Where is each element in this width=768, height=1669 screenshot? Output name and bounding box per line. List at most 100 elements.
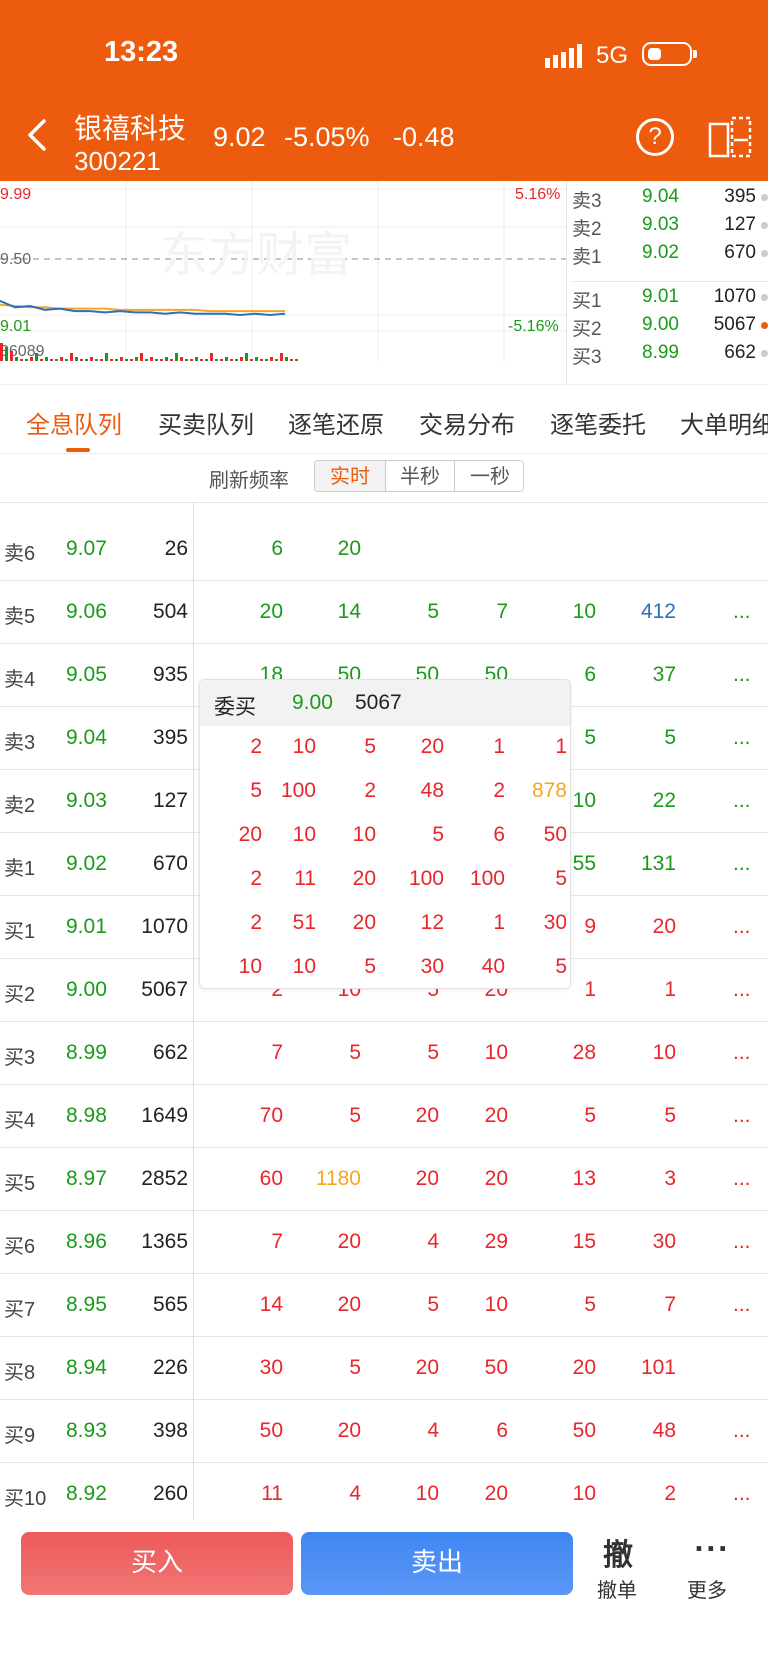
- queue-price: 9.02: [66, 852, 107, 875]
- volume-bar: [85, 359, 88, 361]
- orderbook-mid-divider: [572, 281, 768, 282]
- chart-low-label: 9.01: [0, 318, 31, 335]
- queue-order: 20: [572, 1356, 596, 1379]
- tab-item[interactable]: 大单明细: [680, 405, 768, 440]
- queue-order: 29: [484, 1230, 508, 1253]
- buy-button[interactable]: 买入: [21, 1532, 293, 1595]
- queue-order: 22: [652, 789, 676, 812]
- queue-row[interactable]: 买6 8.96 1365 7 20 4 29 15 30...: [0, 1211, 768, 1274]
- queue-more-button[interactable]: ...: [733, 978, 751, 1002]
- queue-level: 买1: [4, 921, 36, 943]
- orderbook-dot-icon: [761, 350, 768, 357]
- volume-bar: [20, 359, 23, 361]
- refresh-realtime-option[interactable]: 实时: [315, 461, 386, 491]
- queue-price: 9.05: [66, 663, 107, 686]
- queue-more-button[interactable]: ...: [733, 789, 751, 813]
- queue-order: 10: [484, 1293, 508, 1316]
- queue-more-button[interactable]: ...: [733, 1104, 751, 1128]
- queue-row[interactable]: 买8 8.94 226 30 5 20 50 20 101: [0, 1337, 768, 1400]
- queue-row[interactable]: 买3 8.99 662 7 5 5 10 28 10...: [0, 1022, 768, 1085]
- tab-item[interactable]: 买卖队列: [158, 405, 254, 440]
- volume-bar: [45, 357, 48, 361]
- queue-order: 1: [584, 978, 596, 1001]
- volume-bar: [25, 359, 28, 361]
- queue-volume: 1649: [141, 1104, 188, 1127]
- queue-row[interactable]: 买4 8.98 1649 70 5 20 20 5 5...: [0, 1085, 768, 1148]
- orderbook-level: 卖3: [572, 191, 602, 212]
- queue-row[interactable]: 买7 8.95 565 14 20 5 10 5 7...: [0, 1274, 768, 1337]
- volume-bar: [140, 353, 143, 361]
- queue-more-button[interactable]: ...: [733, 663, 751, 687]
- more-icon[interactable]: ...: [694, 1528, 730, 1558]
- queue-row[interactable]: 卖6 9.07 26 6 20: [0, 518, 768, 581]
- queue-more-button[interactable]: ...: [733, 1041, 751, 1065]
- back-arrow-icon[interactable]: [26, 118, 48, 152]
- volume-bar: [125, 359, 128, 361]
- queue-row[interactable]: 买9 8.93 398 50 20 4 6 50 48...: [0, 1400, 768, 1463]
- orderbook-row[interactable]: 卖3 9.04 395: [572, 184, 768, 212]
- volume-bar: [145, 359, 148, 361]
- refresh-one-second-option[interactable]: 一秒: [455, 461, 523, 491]
- queue-level: 卖2: [4, 795, 36, 817]
- queue-more-button[interactable]: ...: [733, 600, 751, 624]
- order-queue-popup[interactable]: 委买 9.00 5067 2 10 5 20 1 1 5 100 2 48 2 878 20 10 10 5 6…: [199, 679, 571, 989]
- queue-price: 8.94: [66, 1356, 107, 1379]
- queue-price: 8.96: [66, 1230, 107, 1253]
- tab-item[interactable]: 逐笔还原: [288, 405, 384, 440]
- layout-switch-icon[interactable]: [708, 116, 752, 158]
- queue-order: 6: [584, 663, 596, 686]
- queue-row[interactable]: 买5 8.97 2852 60 1180 20 20 13 3...: [0, 1148, 768, 1211]
- queue-row[interactable]: 买10 8.92 260 11 4 10 20 10 2...: [0, 1463, 768, 1526]
- orderbook-row[interactable]: 卖1 9.02 670: [572, 240, 768, 268]
- queue-more-button[interactable]: ...: [733, 726, 751, 750]
- popup-order: 100: [408, 867, 444, 890]
- cancel-order-label[interactable]: 撤单: [597, 1574, 637, 1603]
- queue-more-button[interactable]: ...: [733, 1482, 751, 1506]
- popup-order: 5: [250, 779, 262, 802]
- queue-order: 30: [259, 1356, 283, 1379]
- orderbook-price: 9.04: [642, 186, 679, 207]
- volume-bar: [50, 359, 53, 361]
- more-label[interactable]: 更多: [687, 1574, 727, 1603]
- volume-bar: [175, 353, 178, 361]
- queue-order: 14: [337, 600, 361, 623]
- cancel-order-icon[interactable]: 撤: [603, 1530, 633, 1574]
- signal-icon: [545, 44, 582, 68]
- volume-bar: [60, 357, 63, 361]
- orderbook-row[interactable]: 买3 8.99 662: [572, 340, 768, 368]
- orderbook-level: 买2: [572, 319, 602, 340]
- tab-item[interactable]: 交易分布: [419, 405, 515, 440]
- sell-button[interactable]: 卖出: [301, 1532, 573, 1595]
- stock-name: 银禧科技: [74, 113, 187, 144]
- orderbook-row[interactable]: 买1 9.01 1070: [572, 284, 768, 312]
- queue-volume: 1365: [141, 1230, 188, 1253]
- queue-more-button[interactable]: ...: [733, 1293, 751, 1317]
- tab-item[interactable]: 逐笔委托: [550, 405, 646, 440]
- queue-order: 70: [259, 1104, 283, 1127]
- queue-more-button[interactable]: ...: [733, 1230, 751, 1254]
- queue-row[interactable]: 卖5 9.06 504 20 14 5 7 10 412...: [0, 581, 768, 644]
- queue-order: 50: [572, 1419, 596, 1442]
- volume-bar: [230, 359, 233, 361]
- volume-bar: [35, 353, 38, 361]
- intraday-chart[interactable]: 东方财富 9.99 9.50 9.01 5.16% -5.16% 36089: [0, 181, 566, 384]
- tab-item[interactable]: 全息队列: [26, 405, 122, 440]
- volume-bar: [80, 359, 83, 361]
- queue-level: 买2: [4, 984, 36, 1006]
- queue-order: 15: [572, 1230, 596, 1253]
- queue-volume: 398: [152, 1419, 188, 1442]
- help-icon[interactable]: ?: [636, 118, 674, 156]
- queue-order: 6: [496, 1419, 508, 1442]
- orderbook-row[interactable]: 卖2 9.03 127: [572, 212, 768, 240]
- queue-more-button[interactable]: ...: [733, 1167, 751, 1191]
- refresh-half-second-option[interactable]: 半秒: [386, 461, 455, 491]
- orderbook-row[interactable]: 买2 9.00 5067: [572, 312, 768, 340]
- queue-more-button[interactable]: ...: [733, 852, 751, 876]
- volume-bar: [290, 359, 293, 361]
- popup-order: 6: [493, 823, 505, 846]
- queue-more-button[interactable]: ...: [733, 915, 751, 939]
- queue-more-button[interactable]: ...: [733, 1419, 751, 1443]
- chart-high-label: 9.99: [0, 186, 31, 203]
- popup-order: 11: [294, 867, 316, 890]
- volume-bar: [240, 357, 243, 361]
